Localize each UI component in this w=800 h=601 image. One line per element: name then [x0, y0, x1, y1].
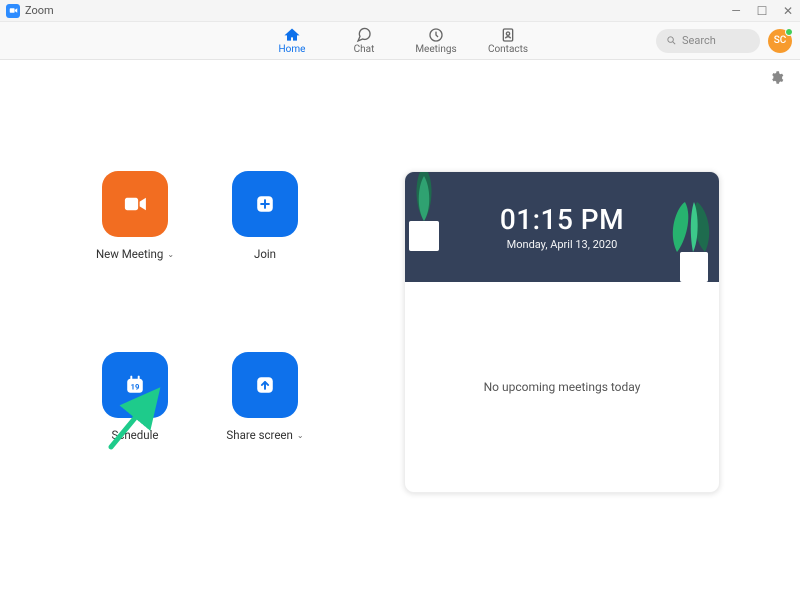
- calendar-icon: 19: [121, 371, 149, 399]
- tab-chat[interactable]: Chat: [342, 22, 386, 59]
- minimize-button[interactable]: —: [730, 4, 742, 18]
- tab-contacts-label: Contacts: [488, 44, 528, 55]
- contacts-icon: [500, 27, 516, 43]
- tab-meetings[interactable]: Meetings: [414, 22, 458, 59]
- plant-decoration: [405, 172, 459, 256]
- tab-contacts[interactable]: Contacts: [486, 22, 530, 59]
- window-titlebar: Zoom — ☐ ✕: [0, 0, 800, 22]
- tab-home-label: Home: [279, 44, 306, 55]
- arrow-up-icon: [251, 371, 279, 399]
- clock-date: Monday, April 13, 2020: [507, 238, 618, 251]
- search-icon: [666, 35, 677, 46]
- tab-meetings-label: Meetings: [415, 44, 456, 55]
- close-button[interactable]: ✕: [782, 4, 794, 18]
- chevron-down-icon[interactable]: ⌄: [297, 431, 304, 440]
- tab-chat-label: Chat: [354, 44, 375, 55]
- new-meeting-label: New Meeting: [96, 247, 163, 261]
- join-label: Join: [254, 247, 276, 261]
- clock-icon: [428, 27, 444, 43]
- svg-text:19: 19: [131, 382, 140, 391]
- gear-icon: [769, 70, 784, 85]
- maximize-button[interactable]: ☐: [756, 4, 768, 18]
- action-grid: New Meeting ⌄ Join: [80, 171, 320, 493]
- share-screen-label: Share screen: [226, 428, 292, 442]
- plant-decoration: [665, 202, 719, 282]
- schedule-button[interactable]: 19: [102, 352, 168, 418]
- toolbar: Home Chat Meetings Contacts Search SC: [0, 22, 800, 60]
- tab-home[interactable]: Home: [270, 22, 314, 59]
- clock-panel: 01:15 PM Monday, April 13, 2020: [405, 172, 719, 282]
- video-icon: [121, 190, 149, 218]
- window-title: Zoom: [25, 4, 54, 17]
- new-meeting-button[interactable]: [102, 171, 168, 237]
- clock-time: 01:15 PM: [500, 203, 624, 236]
- join-button[interactable]: [232, 171, 298, 237]
- avatar-initials: SC: [774, 35, 787, 46]
- chat-icon: [356, 27, 372, 43]
- plus-icon: [251, 190, 279, 218]
- share-screen-button[interactable]: [232, 352, 298, 418]
- search-input[interactable]: Search: [656, 29, 760, 53]
- no-meetings-text: No upcoming meetings today: [484, 380, 641, 394]
- schedule-label: Schedule: [112, 428, 159, 442]
- zoom-app-icon: [6, 4, 20, 18]
- upcoming-meetings-card: 01:15 PM Monday, April 13, 2020 No upcom…: [404, 171, 720, 493]
- presence-dot: [785, 28, 793, 36]
- chevron-down-icon[interactable]: ⌄: [167, 250, 174, 259]
- search-placeholder: Search: [682, 34, 716, 47]
- home-icon: [284, 27, 300, 43]
- settings-button[interactable]: [769, 70, 784, 89]
- avatar[interactable]: SC: [768, 29, 792, 53]
